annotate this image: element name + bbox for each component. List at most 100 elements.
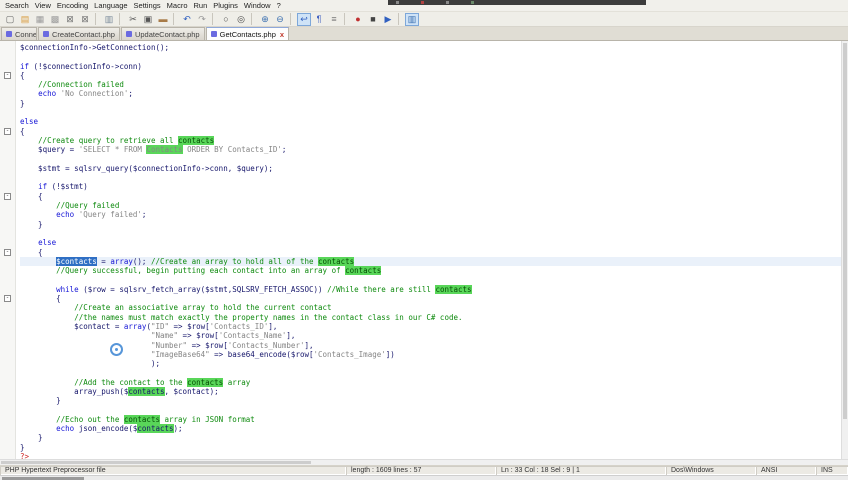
highlighted-token: Contacts [146, 145, 183, 155]
menu-macro[interactable]: Macro [164, 1, 191, 10]
new-file-icon[interactable]: ▢ [3, 13, 17, 26]
menu-encoding[interactable]: Encoding [54, 1, 91, 10]
word-wrap-icon[interactable]: ↩ [297, 12, 311, 26]
status-encoding[interactable]: ANSI [756, 466, 816, 475]
save-file-icon[interactable]: ▦ [33, 13, 47, 26]
menu-plugins[interactable]: Plugins [210, 1, 241, 10]
code-token: (); [132, 256, 151, 266]
close-file-icon[interactable]: ⊠ [63, 13, 77, 26]
fold-collapse-icon[interactable]: - [4, 192, 11, 200]
stop-macro-icon[interactable]: ■ [366, 13, 380, 26]
document-map-icon[interactable]: ▥ [405, 12, 419, 26]
menu-search[interactable]: Search [2, 1, 32, 10]
menu-language[interactable]: Language [91, 1, 130, 10]
replace-icon[interactable]: ◎ [234, 13, 248, 26]
code-line: while ($row = sqlsrv_fetch_array($stmt,S… [20, 284, 848, 294]
click-indicator [110, 343, 123, 356]
zoom-in-icon[interactable]: ⊕ [258, 13, 272, 26]
indent-guides-icon[interactable]: ≡ [327, 13, 341, 26]
tab-label: UpdateContact.php [134, 29, 200, 39]
record-macro-icon[interactable]: ● [351, 13, 365, 26]
close-all-icon[interactable]: ⊠ [78, 13, 92, 26]
menu-settings[interactable]: Settings [131, 1, 164, 10]
code-token: array [110, 256, 133, 266]
code-token: //Create an associative array to hold th… [74, 303, 332, 313]
menu-view[interactable]: View [32, 1, 54, 10]
code-token: ]) [385, 349, 395, 359]
code-area[interactable]: $connectionInfo->GetConnection(); if (!$c… [16, 41, 848, 459]
show-all-chars-icon[interactable]: ¶ [312, 13, 326, 26]
menu-run[interactable]: Run [191, 1, 211, 10]
play-macro-icon[interactable]: ▶ [381, 13, 395, 26]
status-caret-position: Ln : 33 Col : 18 Sel : 9 | 1 [496, 466, 666, 475]
vertical-scrollbar[interactable] [841, 41, 848, 459]
highlighted-token: contacts [137, 424, 174, 434]
scrollbar-thumb[interactable] [843, 43, 847, 420]
fold-collapse-icon[interactable]: - [4, 127, 11, 135]
status-bar: PHP Hypertext Preprocessor file length :… [0, 465, 848, 475]
save-all-icon[interactable]: ▩ [48, 13, 62, 26]
find-icon[interactable]: ○ [219, 13, 233, 26]
editor: - - - - - $connectionInfo->GetConnection(); i… [0, 41, 848, 459]
code-token: } [20, 442, 25, 452]
saved-file-icon [6, 31, 12, 37]
fold-collapse-icon[interactable]: - [4, 71, 11, 79]
highlighted-token: contacts [123, 414, 160, 424]
highlighted-token: contacts [128, 386, 165, 396]
print-icon[interactable]: ▥ [102, 13, 116, 26]
code-line: { [20, 294, 848, 303]
menu-help[interactable]: ? [274, 1, 284, 10]
code-token: (!$stmt) [47, 182, 88, 192]
code-line: ?> [20, 452, 848, 459]
open-file-icon[interactable]: ▤ [18, 13, 32, 26]
menu-window[interactable]: Window [241, 1, 274, 10]
paste-icon[interactable]: ▬ [156, 13, 170, 26]
code-token: array_push($ [20, 386, 129, 396]
highlighted-token: contacts [345, 266, 382, 276]
code-token: echo [38, 89, 57, 99]
cut-icon[interactable]: ✂ [126, 13, 140, 26]
horizontal-scrollbar[interactable] [0, 459, 848, 465]
status-typing-mode[interactable]: INS [816, 466, 848, 475]
code-token: if [38, 182, 48, 192]
code-line: $contacts = array(); //Create an array t… [20, 256, 848, 267]
highlighted-token: contacts [187, 377, 224, 387]
saved-file-icon [210, 31, 217, 37]
tab-getcontacts-php[interactable]: GetContacts.php x [205, 27, 290, 40]
tab-connection-php[interactable]: Connection.php [1, 27, 37, 40]
code-token: { [20, 126, 25, 136]
fold-collapse-icon[interactable]: - [4, 295, 11, 303]
code-token: ; [128, 89, 133, 99]
code-token: { [20, 294, 61, 304]
code-token: $connectionInfo->GetConnection(); [20, 43, 170, 52]
undo-icon[interactable]: ↶ [180, 13, 194, 26]
code-token: , $contact); [164, 386, 219, 396]
code-token: //While there are still [327, 284, 436, 294]
code-line: else [20, 117, 848, 126]
zoom-out-icon[interactable]: ⊖ [273, 13, 287, 26]
tab-updatecontact-php[interactable]: UpdateContact.php [120, 27, 205, 40]
code-line: //Connection failed [20, 80, 848, 89]
scrollbar-thumb[interactable] [1, 461, 311, 464]
redo-icon[interactable]: ↷ [195, 13, 209, 26]
code-token: ; [141, 210, 147, 220]
copy-icon[interactable]: ▣ [141, 13, 155, 26]
fold-collapse-icon[interactable]: - [4, 248, 11, 256]
code-line: //Echo out the contacts array in JSON fo… [20, 414, 848, 424]
highlighted-token: contacts [435, 284, 472, 294]
tab-createcontact-php[interactable]: CreateContact.php [38, 27, 120, 40]
close-tab-icon[interactable]: x [280, 30, 284, 39]
code-line: } [20, 443, 848, 452]
status-eol-format[interactable]: Dos\Windows [666, 466, 756, 475]
